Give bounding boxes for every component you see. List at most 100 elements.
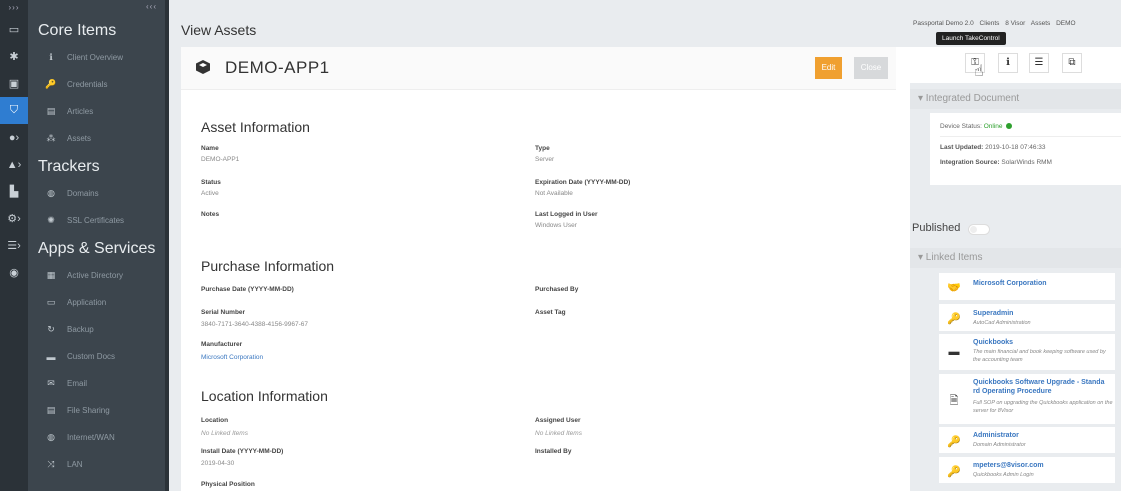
- name-label: Name: [201, 145, 219, 152]
- linked-items-header[interactable]: ▾ Linked Items: [910, 248, 1121, 268]
- assets-icon: ⁂: [46, 133, 56, 143]
- expand-rail-button[interactable]: ›››: [0, 0, 28, 16]
- linked-item-description: Domain Administrator: [973, 442, 1026, 448]
- sidebar-item-label: Articles: [67, 107, 94, 116]
- right-panel: Passportal Demo 2.0 Clients 8 Visor Asse…: [910, 0, 1121, 491]
- serial-number-value: 3840-7171-3640-4388-4156-9967-67: [201, 321, 308, 328]
- sidebar-item-articles[interactable]: ▤ Articles: [28, 98, 165, 125]
- list-icon[interactable]: ☰: [1029, 53, 1049, 73]
- breadcrumb-item[interactable]: 8 Visor: [1005, 20, 1025, 27]
- sidebar-item-domains[interactable]: ◍ Domains: [28, 180, 165, 207]
- manufacturer-link[interactable]: Microsoft Corporation: [201, 354, 263, 361]
- last-updated-label: Last Updated:: [940, 144, 984, 151]
- file-icon: ▤: [46, 405, 56, 415]
- handshake-icon: 🤝: [947, 282, 961, 294]
- key-icon: 🔑: [947, 313, 961, 325]
- install-date-label: Install Date (YYYY-MM-DD): [201, 448, 284, 455]
- section-trackers: Trackers: [38, 158, 100, 175]
- sidebar-item-label: Domains: [67, 189, 99, 198]
- page-title: View Assets: [181, 22, 257, 38]
- globe-icon: ◍: [47, 432, 55, 442]
- name-value: DEMO-APP1: [201, 156, 240, 163]
- location-value: No Linked Items: [201, 430, 248, 437]
- manufacturer-label: Manufacturer: [201, 341, 243, 348]
- window-icon: ▬: [948, 346, 960, 358]
- close-button[interactable]: Close: [854, 57, 888, 79]
- certificate-icon: ✺: [47, 215, 55, 225]
- linked-item[interactable]: 🗎 Quickbooks Software Upgrade - Standa r…: [939, 374, 1115, 424]
- tooltip: Launch TakeControl: [936, 32, 1006, 45]
- sidebar-item-active-directory[interactable]: ▦ Active Directory: [28, 262, 165, 289]
- linked-item[interactable]: 🔑 Administrator Domain Administrator: [939, 427, 1115, 453]
- last-updated: Last Updated: 2019-10-18 07:46:33: [940, 144, 1046, 151]
- type-label: Type: [535, 145, 550, 152]
- linked-item[interactable]: 🤝 Microsoft Corporation: [939, 273, 1115, 300]
- device-status-label: Device Status:: [940, 123, 982, 130]
- sidebar-item-assets[interactable]: ⁂ Assets: [28, 125, 165, 152]
- breadcrumb-item[interactable]: Assets: [1031, 20, 1051, 27]
- linked-item-title[interactable]: Administrator: [973, 431, 1113, 440]
- sidebar-item-file-sharing[interactable]: ▤ File Sharing: [28, 397, 165, 424]
- expiration-label: Expiration Date (YYYY-MM-DD): [535, 179, 631, 186]
- asterisk-icon[interactable]: ✱: [0, 43, 28, 70]
- breadcrumb: Passportal Demo 2.0 Clients 8 Visor Asse…: [913, 20, 1080, 27]
- sidebar-item-ssl-certificates[interactable]: ✺ SSL Certificates: [28, 207, 165, 234]
- info-icon[interactable]: ℹ: [998, 53, 1018, 73]
- linked-item-title[interactable]: mpeters@8visor.com: [973, 461, 1113, 470]
- last-user-label: Last Logged in User: [535, 211, 598, 218]
- linked-item[interactable]: ▬ Quickbooks The main financial and book…: [939, 334, 1115, 370]
- sidebar-item-credentials[interactable]: 🔑 Credentials: [28, 71, 165, 98]
- sidebar-item-label: LAN: [67, 460, 83, 469]
- main-content: View Assets DEMO-APP1 Edit Close Asset I…: [169, 0, 1067, 491]
- window-icon: ▭: [46, 297, 56, 307]
- shield-icon[interactable]: ⛉: [0, 97, 28, 124]
- network-icon: ⤨: [47, 459, 55, 469]
- cube-icon: [196, 60, 210, 74]
- sidebar-item-lan[interactable]: ⤨ LAN: [28, 451, 165, 478]
- collapse-sidebar-button[interactable]: ‹‹‹: [28, 0, 165, 16]
- square-icon[interactable]: ▣: [0, 70, 28, 97]
- linked-item-title[interactable]: Quickbooks: [973, 338, 1113, 347]
- sidebar-item-backup[interactable]: ↻ Backup: [28, 316, 165, 343]
- linked-item[interactable]: 🔑 mpeters@8visor.com Quickbooks Admin Lo…: [939, 457, 1115, 483]
- breadcrumb-item[interactable]: Passportal Demo 2.0: [913, 20, 974, 27]
- sidebar-item-application[interactable]: ▭ Application: [28, 289, 165, 316]
- asset-name: DEMO-APP1: [225, 58, 330, 77]
- type-value: Server: [535, 156, 555, 163]
- server-icon[interactable]: ☰›: [0, 232, 28, 259]
- linked-item-title[interactable]: Microsoft Corporation: [973, 279, 1113, 288]
- external-link-icon[interactable]: ⧉: [1062, 53, 1082, 73]
- linked-item[interactable]: 🔑 Superadmin AutoCad Administration: [939, 304, 1115, 331]
- sidebar-item-label: Active Directory: [67, 271, 124, 280]
- install-date-value: 2019-04-30: [201, 460, 235, 467]
- linked-item-title[interactable]: Superadmin: [973, 309, 1113, 318]
- location-information-heading: Location Information: [201, 388, 328, 404]
- chart-icon[interactable]: ▙: [0, 178, 28, 205]
- physical-position-label: Physical Position: [201, 481, 255, 488]
- palette-icon[interactable]: ◉: [0, 259, 28, 286]
- sidebar-item-client-overview[interactable]: ℹ Client Overview: [28, 44, 165, 71]
- laptop-icon[interactable]: ▭: [0, 16, 28, 43]
- last-updated-value: 2019-10-18 07:46:33: [985, 144, 1046, 151]
- asset-tag-label: Asset Tag: [535, 309, 566, 316]
- sidebar-item-label: SSL Certificates: [67, 216, 125, 225]
- linked-item-title[interactable]: Quickbooks Software Upgrade - Standa rd …: [973, 378, 1113, 396]
- breadcrumb-item[interactable]: DEMO: [1056, 20, 1076, 27]
- sidebar-item-internet-wan[interactable]: ◍ Internet/WAN: [28, 424, 165, 451]
- breadcrumb-item[interactable]: Clients: [980, 20, 1000, 27]
- integrated-document-header[interactable]: ▾ Integrated Document: [910, 89, 1121, 109]
- gears-icon[interactable]: ⚙›: [0, 205, 28, 232]
- key-icon: 🔑: [45, 79, 57, 89]
- linked-item-description: AutoCad Administration: [973, 320, 1031, 326]
- published-toggle[interactable]: [968, 224, 990, 235]
- section-core-items: Core Items: [38, 22, 117, 39]
- globe-icon: ◍: [47, 188, 55, 198]
- purchased-by-label: Purchased By: [535, 286, 579, 293]
- lock-icon[interactable]: ▲›: [0, 151, 28, 178]
- sidebar-item-label: Backup: [67, 325, 94, 334]
- key-icon: 🔑: [947, 436, 961, 448]
- edit-button[interactable]: Edit: [815, 57, 842, 79]
- sidebar-item-custom-docs[interactable]: ▬ Custom Docs: [28, 343, 165, 370]
- sidebar-item-email[interactable]: ✉ Email: [28, 370, 165, 397]
- user-icon[interactable]: ●›: [0, 124, 28, 151]
